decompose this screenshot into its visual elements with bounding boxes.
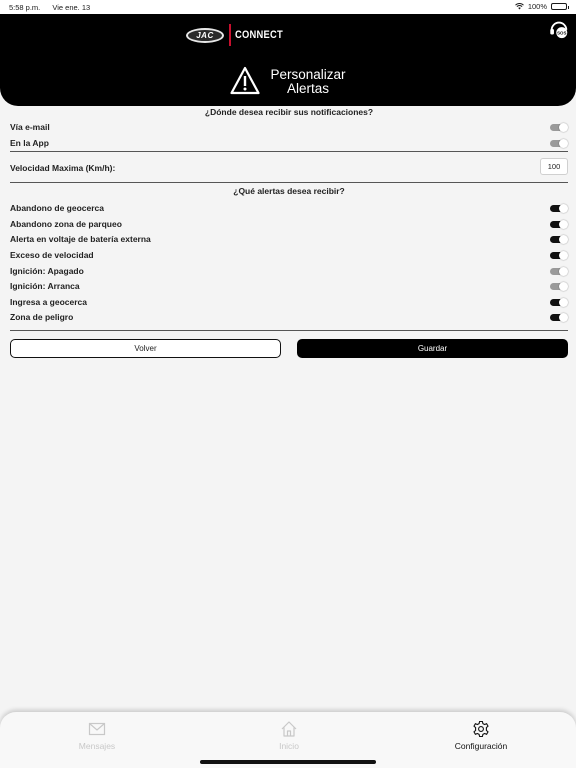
alert-type-toggle[interactable] [550,282,568,292]
alert-type-label: Abandono zona de parqueo [10,218,122,229]
warning-icon [230,66,260,95]
top-bar: JAC CONNECT SOS [0,14,576,50]
sos-headset-icon[interactable]: SOS [548,18,570,40]
wifi-icon [514,3,524,10]
alert-type-row: Ignición: Arranca [10,279,568,295]
alert-type-label: Zona de peligro [10,312,74,323]
alert-type-label: Alerta en voltaje de batería externa [10,234,151,245]
alert-type-toggle[interactable] [550,250,568,260]
logo-text: CONNECT [235,29,284,41]
gear-icon [473,720,489,738]
home-icon [281,721,297,737]
tab-configuracion[interactable]: Configuración [421,720,541,751]
notification-channel-row: Vía e-mail [10,120,568,136]
max-speed-label: Velocidad Maxima (Km/h): [10,163,116,174]
alert-type-row: Abandono zona de parqueo [10,217,568,233]
title-area: Personalizar Alertas [0,64,576,102]
max-speed-row: Velocidad Maxima (Km/h): 100 [10,152,568,182]
back-button[interactable]: Volver [10,338,281,358]
alert-type-label: Ignición: Arranca [10,281,80,292]
jac-logo-mark: JAC [186,27,224,43]
alert-type-label: Ingresa a geocerca [10,296,88,307]
action-buttons: Volver Guardar [10,338,568,365]
alert-type-row: Abandono de geocerca [10,201,568,217]
alert-type-toggle[interactable] [550,235,568,245]
alerts-heading: ¿Qué alertas desea recibir? [233,186,345,197]
alert-type-row: Exceso de velocidad [10,248,568,264]
alert-type-label: Ignición: Apagado [10,265,84,276]
page-title-line2: Alertas [286,81,330,96]
battery-icon [551,3,569,10]
tab-configuracion-label: Configuración [454,741,508,751]
jac-connect-logo: JAC CONNECT [186,24,292,46]
settings-content: ¿Dónde desea recibir sus notificaciones?… [10,106,568,365]
status-bar: 5:58 p.m. Vie ene. 13 100% [0,0,576,14]
tab-inicio[interactable]: Inicio [229,720,349,751]
tab-inicio-label: Inicio [279,741,299,751]
notification-channels-list: Vía e-mail En la App [10,120,568,151]
logo-divider [229,24,231,46]
notification-channel-row: En la App [10,136,568,152]
tab-mensajes[interactable]: Mensajes [37,720,157,751]
notification-channel-label: Vía e-mail [10,122,50,132]
status-time: 5:58 p.m. [9,3,41,12]
alert-type-toggle[interactable] [550,313,568,323]
alert-types-list: Abandono de geocerca Abandono zona de par… [10,201,568,326]
notifications-heading: ¿Dónde desea recibir sus notificaciones? [204,107,374,117]
save-button[interactable]: Guardar [297,338,568,358]
alert-type-label: Abandono de geocerca [10,203,104,214]
alert-type-label: Exceso de velocidad [10,249,94,260]
alert-type-row: Ingresa a geocerca [10,295,568,311]
alert-type-row: Ignición: Apagado [10,264,568,280]
envelope-icon [88,722,106,736]
divider [10,329,568,331]
max-speed-input[interactable]: 100 [540,158,568,176]
alert-type-toggle[interactable] [550,266,568,276]
svg-text:SOS: SOS [557,30,566,35]
alert-type-toggle[interactable] [550,297,568,307]
notification-channel-toggle[interactable] [550,138,568,148]
alert-type-row: Zona de peligro [10,310,568,326]
divider [10,182,568,184]
alert-type-row: Alerta en voltaje de batería externa [10,232,568,248]
tab-mensajes-label: Mensajes [78,741,116,751]
battery-percent: 100% [527,2,547,11]
header: JAC CONNECT SOS Personalizar Alertas [0,14,576,106]
status-date: Vie ene. 13 [52,3,91,12]
home-indicator [200,760,376,764]
alert-type-toggle[interactable] [550,219,568,229]
page-title: Personalizar Alertas [264,68,352,96]
notification-channel-label: En la App [10,137,49,148]
notification-channel-toggle[interactable] [550,123,568,132]
page-title-line1: Personalizar [270,67,346,82]
alert-type-toggle[interactable] [550,204,568,214]
